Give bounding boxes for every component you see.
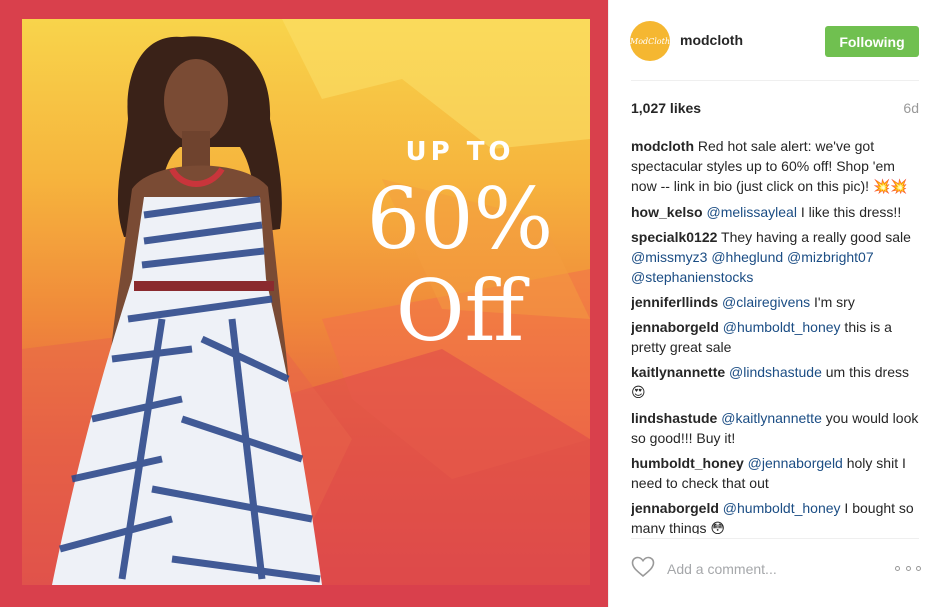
emoji: 💥💥	[872, 179, 908, 195]
comment-item: jennaborgeld @humboldt_honey I bought so…	[631, 498, 921, 534]
comment-text: um this dress	[821, 364, 909, 380]
comment-item: jenniferllinds @clairegivens I'm sry	[631, 292, 921, 312]
mention-link[interactable]: @stephanienstocks	[631, 269, 753, 285]
comment-text: I like this dress!!	[796, 204, 902, 220]
comment-text: I'm sry	[810, 294, 855, 310]
comment-username[interactable]: humboldt_honey	[631, 455, 744, 471]
username-link[interactable]: modcloth	[680, 32, 743, 48]
headline-up-to: UP TO	[405, 137, 515, 167]
comment-item: lindshastude @kaitlynannette you would l…	[631, 408, 921, 448]
dot	[916, 565, 921, 571]
post-meta: 1,027 likes 6d	[631, 100, 919, 118]
mention-link[interactable]: @hheglund	[711, 249, 783, 265]
more-options-icon[interactable]	[895, 558, 921, 578]
add-comment-input[interactable]	[667, 558, 887, 580]
headline-off: Off	[395, 262, 525, 360]
model-figure	[52, 36, 322, 585]
following-button[interactable]: Following	[825, 26, 919, 57]
comment-username[interactable]: specialk0122	[631, 229, 717, 245]
comment-item: humboldt_honey @jennaborgeld holy shit I…	[631, 453, 921, 493]
headline-percent: 60%	[366, 170, 554, 268]
heart-outline-icon[interactable]	[631, 556, 655, 578]
emoji: 😳	[710, 521, 725, 534]
comment-item: kaitlynannette @lindshastude um this dre…	[631, 362, 921, 403]
comment-text: They having a really good sale	[721, 229, 911, 245]
mention-link[interactable]: @humboldt_honey	[723, 500, 841, 516]
dot	[905, 565, 911, 571]
post-footer	[631, 552, 921, 586]
post-header: ModCloth modcloth Following	[609, 0, 947, 80]
comments-list[interactable]: modcloth Red hot sale alert: we've got s…	[631, 136, 921, 534]
comment-username[interactable]: jennaborgeld	[631, 319, 719, 335]
avatar[interactable]: ModCloth	[630, 21, 670, 61]
post-time[interactable]: 6d	[903, 100, 919, 116]
mention-link[interactable]: @humboldt_honey	[723, 319, 841, 335]
sale-headline: UP TO 60% Off	[340, 137, 580, 355]
comment-item: specialk0122 They having a really good s…	[631, 227, 921, 287]
mention-link[interactable]: @melissayleal	[706, 204, 796, 220]
likes-count[interactable]: 1,027 likes	[631, 100, 701, 116]
comment-username[interactable]: kaitlynannette	[631, 364, 725, 380]
mention-link[interactable]: @missmyz3	[631, 249, 707, 265]
post-side-panel: ModCloth modcloth Following 1,027 likes …	[608, 0, 947, 607]
comment-item: modcloth Red hot sale alert: we've got s…	[631, 136, 921, 197]
mention-link[interactable]: @lindshastude	[729, 364, 822, 380]
post-image[interactable]: UP TO 60% Off	[0, 0, 608, 607]
comment-username[interactable]: lindshastude	[631, 410, 717, 426]
comment-item: how_kelso @melissayleal I like this dres…	[631, 202, 921, 222]
comment-username[interactable]: jenniferllinds	[631, 294, 718, 310]
comment-username[interactable]: how_kelso	[631, 204, 703, 220]
comment-item: jennaborgeld @humboldt_honey this is a p…	[631, 317, 921, 357]
header-divider	[631, 80, 919, 81]
comment-username[interactable]: modcloth	[631, 138, 694, 154]
comment-username[interactable]: jennaborgeld	[631, 500, 719, 516]
mention-link[interactable]: @clairegivens	[722, 294, 810, 310]
mention-link[interactable]: @kaitlynannette	[721, 410, 822, 426]
footer-divider	[631, 538, 919, 539]
mention-link[interactable]: @mizbright07	[787, 249, 874, 265]
emoji: 😍	[631, 385, 646, 401]
avatar-logo-text: ModCloth	[630, 36, 670, 46]
instagram-post-modal: UP TO 60% Off ModCloth modcloth Followin…	[0, 0, 947, 607]
dot	[895, 565, 900, 571]
promo-graphic: UP TO 60% Off	[22, 19, 590, 585]
mention-link[interactable]: @jennaborgeld	[748, 455, 843, 471]
